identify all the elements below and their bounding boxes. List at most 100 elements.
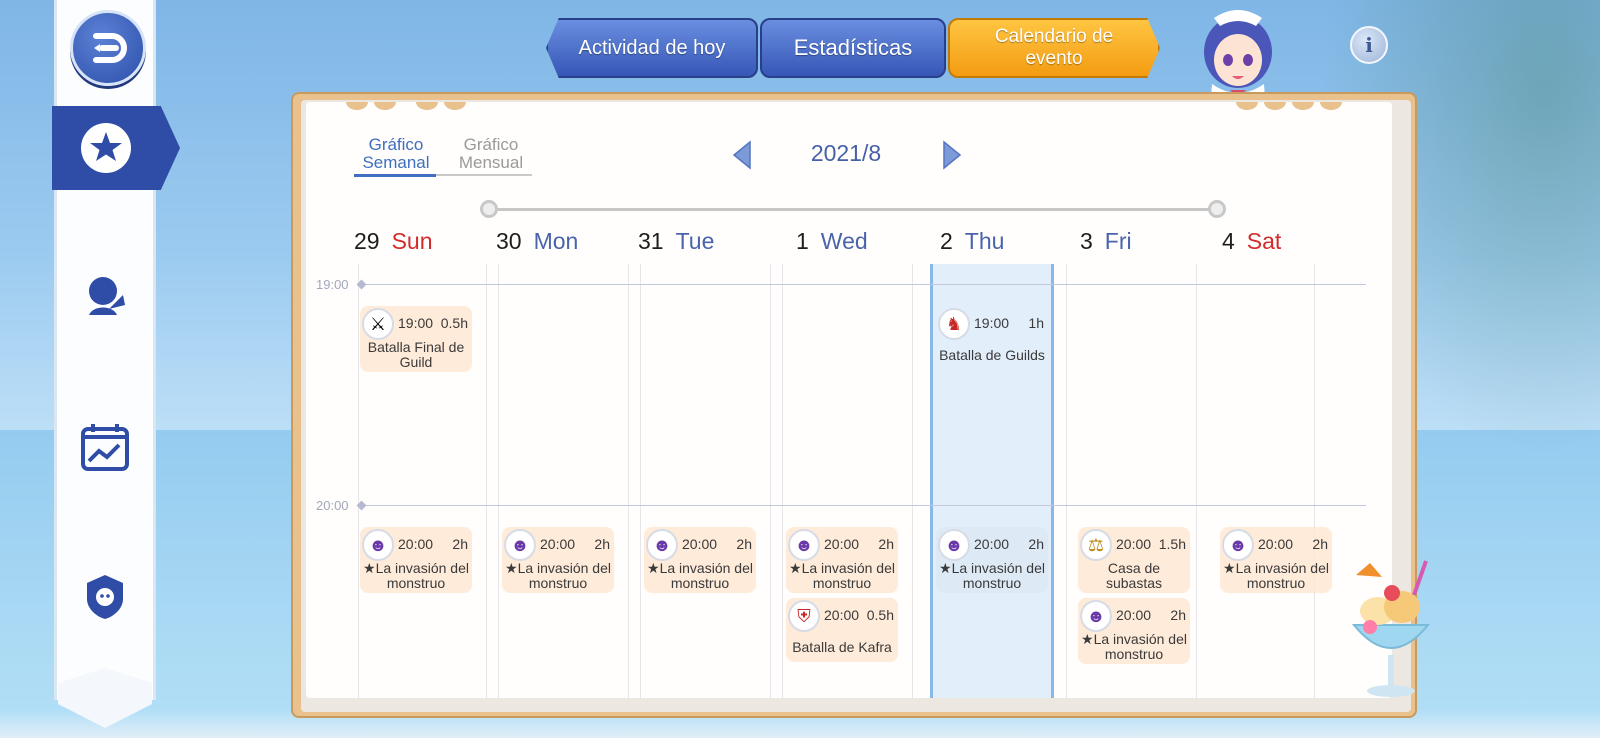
guild-dragon-icon: ♞ bbox=[938, 308, 970, 340]
monster-icon: ☻ bbox=[1080, 600, 1112, 632]
day-number: 4 bbox=[1222, 228, 1235, 254]
guild-emblem-icon bbox=[87, 575, 123, 619]
day-number: 3 bbox=[1080, 228, 1093, 254]
event-duration: 2h bbox=[1312, 536, 1328, 552]
event-duration: 0.5h bbox=[440, 315, 468, 331]
tab-underline-track bbox=[436, 174, 532, 176]
kafra-shield-icon: ⛨ bbox=[788, 600, 820, 632]
column-divider bbox=[358, 264, 359, 698]
column-divider bbox=[640, 264, 641, 698]
event-name: ★La invasión del monstruo bbox=[1223, 560, 1329, 591]
info-button[interactable]: i bbox=[1350, 26, 1388, 64]
event-name: ★La invasión del monstruo bbox=[647, 560, 753, 591]
day-name: Sat bbox=[1246, 228, 1282, 254]
calendar-chart-icon bbox=[81, 424, 129, 471]
event-card[interactable]: ☻ 20:00 2h ★La invasión del monstruo bbox=[502, 527, 614, 593]
monster-icon: ☻ bbox=[646, 529, 678, 561]
event-card[interactable]: ♞ 19:00 1h Batalla de Guilds bbox=[936, 306, 1048, 363]
column-divider bbox=[1066, 264, 1067, 698]
event-time: 20:00 bbox=[398, 536, 434, 552]
timeline-slider-track bbox=[488, 208, 1218, 211]
tab-statistics-label: Estadísticas bbox=[793, 35, 913, 60]
day-name: Thu bbox=[964, 228, 1005, 254]
event-time: 20:00 bbox=[824, 536, 860, 552]
crossed-swords-icon: ⚔ bbox=[362, 308, 394, 340]
column-divider bbox=[912, 264, 913, 698]
day-name: Fri bbox=[1104, 228, 1132, 254]
event-time: 20:00 bbox=[974, 536, 1010, 552]
event-card[interactable]: ☻ 20:00 2h ★La invasión del monstruo bbox=[360, 527, 472, 593]
tab-weekly-chart-label: Gráfico Semanal bbox=[362, 135, 430, 172]
event-name: Casa de subastas bbox=[1105, 560, 1163, 591]
event-card[interactable]: ☻ 20:00 2h ★La invasión del monstruo bbox=[1220, 527, 1332, 593]
star-icon bbox=[81, 123, 131, 173]
day-header-wed: 1 Wed bbox=[796, 228, 868, 255]
ice-cream-sundae-icon bbox=[1351, 560, 1431, 697]
event-time: 20:00 bbox=[682, 536, 718, 552]
event-name: ★La invasión del monstruo bbox=[363, 560, 469, 591]
day-header-fri: 3 Fri bbox=[1080, 228, 1132, 255]
back-button[interactable] bbox=[70, 10, 146, 86]
prev-month-button[interactable] bbox=[730, 140, 754, 170]
timeline-slider-end-handle[interactable] bbox=[1208, 200, 1226, 218]
event-duration: 2h bbox=[1170, 607, 1186, 623]
column-divider bbox=[1196, 264, 1197, 698]
time-line-19 bbox=[362, 284, 1366, 285]
event-time: 20:00 bbox=[1116, 536, 1152, 552]
event-card[interactable]: ⚖ 20:00 1.5h Casa de subastas bbox=[1078, 527, 1190, 593]
tab-statistics[interactable]: Estadísticas bbox=[760, 18, 946, 78]
day-header-mon: 30 Mon bbox=[496, 228, 578, 255]
sidebar-item-events[interactable] bbox=[52, 106, 180, 190]
event-card[interactable]: ☻ 20:00 2h ★La invasión del monstruo bbox=[936, 527, 1048, 593]
column-divider bbox=[486, 264, 487, 698]
event-duration: 2h bbox=[736, 536, 752, 552]
event-card[interactable]: ☻ 20:00 2h ★La invasión del monstruo bbox=[1078, 598, 1190, 664]
next-month-button[interactable] bbox=[940, 140, 964, 170]
day-number: 29 bbox=[354, 228, 380, 254]
event-card[interactable]: ☻ 20:00 2h ★La invasión del monstruo bbox=[786, 527, 898, 593]
column-divider bbox=[770, 264, 771, 698]
day-number: 31 bbox=[638, 228, 664, 254]
day-header-thu: 2 Thu bbox=[940, 228, 1004, 255]
event-name: ★La invasión del monstruo bbox=[1081, 631, 1187, 662]
sidebar-item-guild[interactable] bbox=[78, 570, 132, 624]
day-name: Sun bbox=[391, 228, 433, 254]
event-duration: 2h bbox=[452, 536, 468, 552]
back-arrow-icon bbox=[93, 33, 127, 63]
event-card[interactable]: ⚔ 19:00 0.5h Batalla Final de Guild bbox=[360, 306, 472, 372]
column-divider bbox=[1314, 264, 1315, 698]
day-number: 2 bbox=[940, 228, 953, 254]
event-time: 20:00 bbox=[1116, 607, 1152, 623]
event-duration: 2h bbox=[594, 536, 610, 552]
event-name: ★La invasión del monstruo bbox=[505, 560, 611, 591]
monster-icon: ☻ bbox=[1222, 529, 1254, 561]
tab-weekly-chart[interactable]: Gráfico Semanal bbox=[356, 136, 436, 172]
day-name: Wed bbox=[820, 228, 868, 254]
event-card[interactable]: ⛨ 20:00 0.5h Batalla de Kafra bbox=[786, 598, 898, 662]
calendar-page: Gráfico Semanal Gráfico Mensual 2021/8 2… bbox=[306, 102, 1392, 698]
time-line-20 bbox=[362, 505, 1366, 506]
sidebar-item-calendar[interactable] bbox=[78, 420, 132, 474]
timeline-slider-start-handle[interactable] bbox=[480, 200, 498, 218]
event-duration: 2h bbox=[1028, 536, 1044, 552]
time-label-20: 20:00 bbox=[316, 498, 349, 513]
info-icon: i bbox=[1365, 33, 1373, 57]
event-card[interactable]: ☻ 20:00 2h ★La invasión del monstruo bbox=[644, 527, 756, 593]
tab-today-activity[interactable]: Actividad de hoy bbox=[546, 18, 758, 78]
event-time: 19:00 bbox=[974, 315, 1010, 331]
sidebar-item-progress[interactable] bbox=[78, 270, 132, 324]
tab-event-calendar-label: Calendario de evento bbox=[994, 26, 1114, 69]
tab-event-calendar[interactable]: Calendario de evento bbox=[948, 18, 1160, 78]
month-label: 2021/8 bbox=[810, 140, 882, 166]
time-label-19: 19:00 bbox=[316, 277, 349, 292]
event-time: 20:00 bbox=[824, 607, 860, 623]
event-time: 19:00 bbox=[398, 315, 434, 331]
event-time: 20:00 bbox=[540, 536, 576, 552]
tab-today-activity-label: Actividad de hoy bbox=[578, 36, 726, 59]
event-time: 20:00 bbox=[1258, 536, 1294, 552]
event-duration: 1h bbox=[1028, 315, 1044, 331]
tab-monthly-chart[interactable]: Gráfico Mensual bbox=[452, 136, 530, 172]
column-divider bbox=[628, 264, 629, 698]
day-name: Mon bbox=[533, 228, 579, 254]
day-header-tue: 31 Tue bbox=[638, 228, 714, 255]
